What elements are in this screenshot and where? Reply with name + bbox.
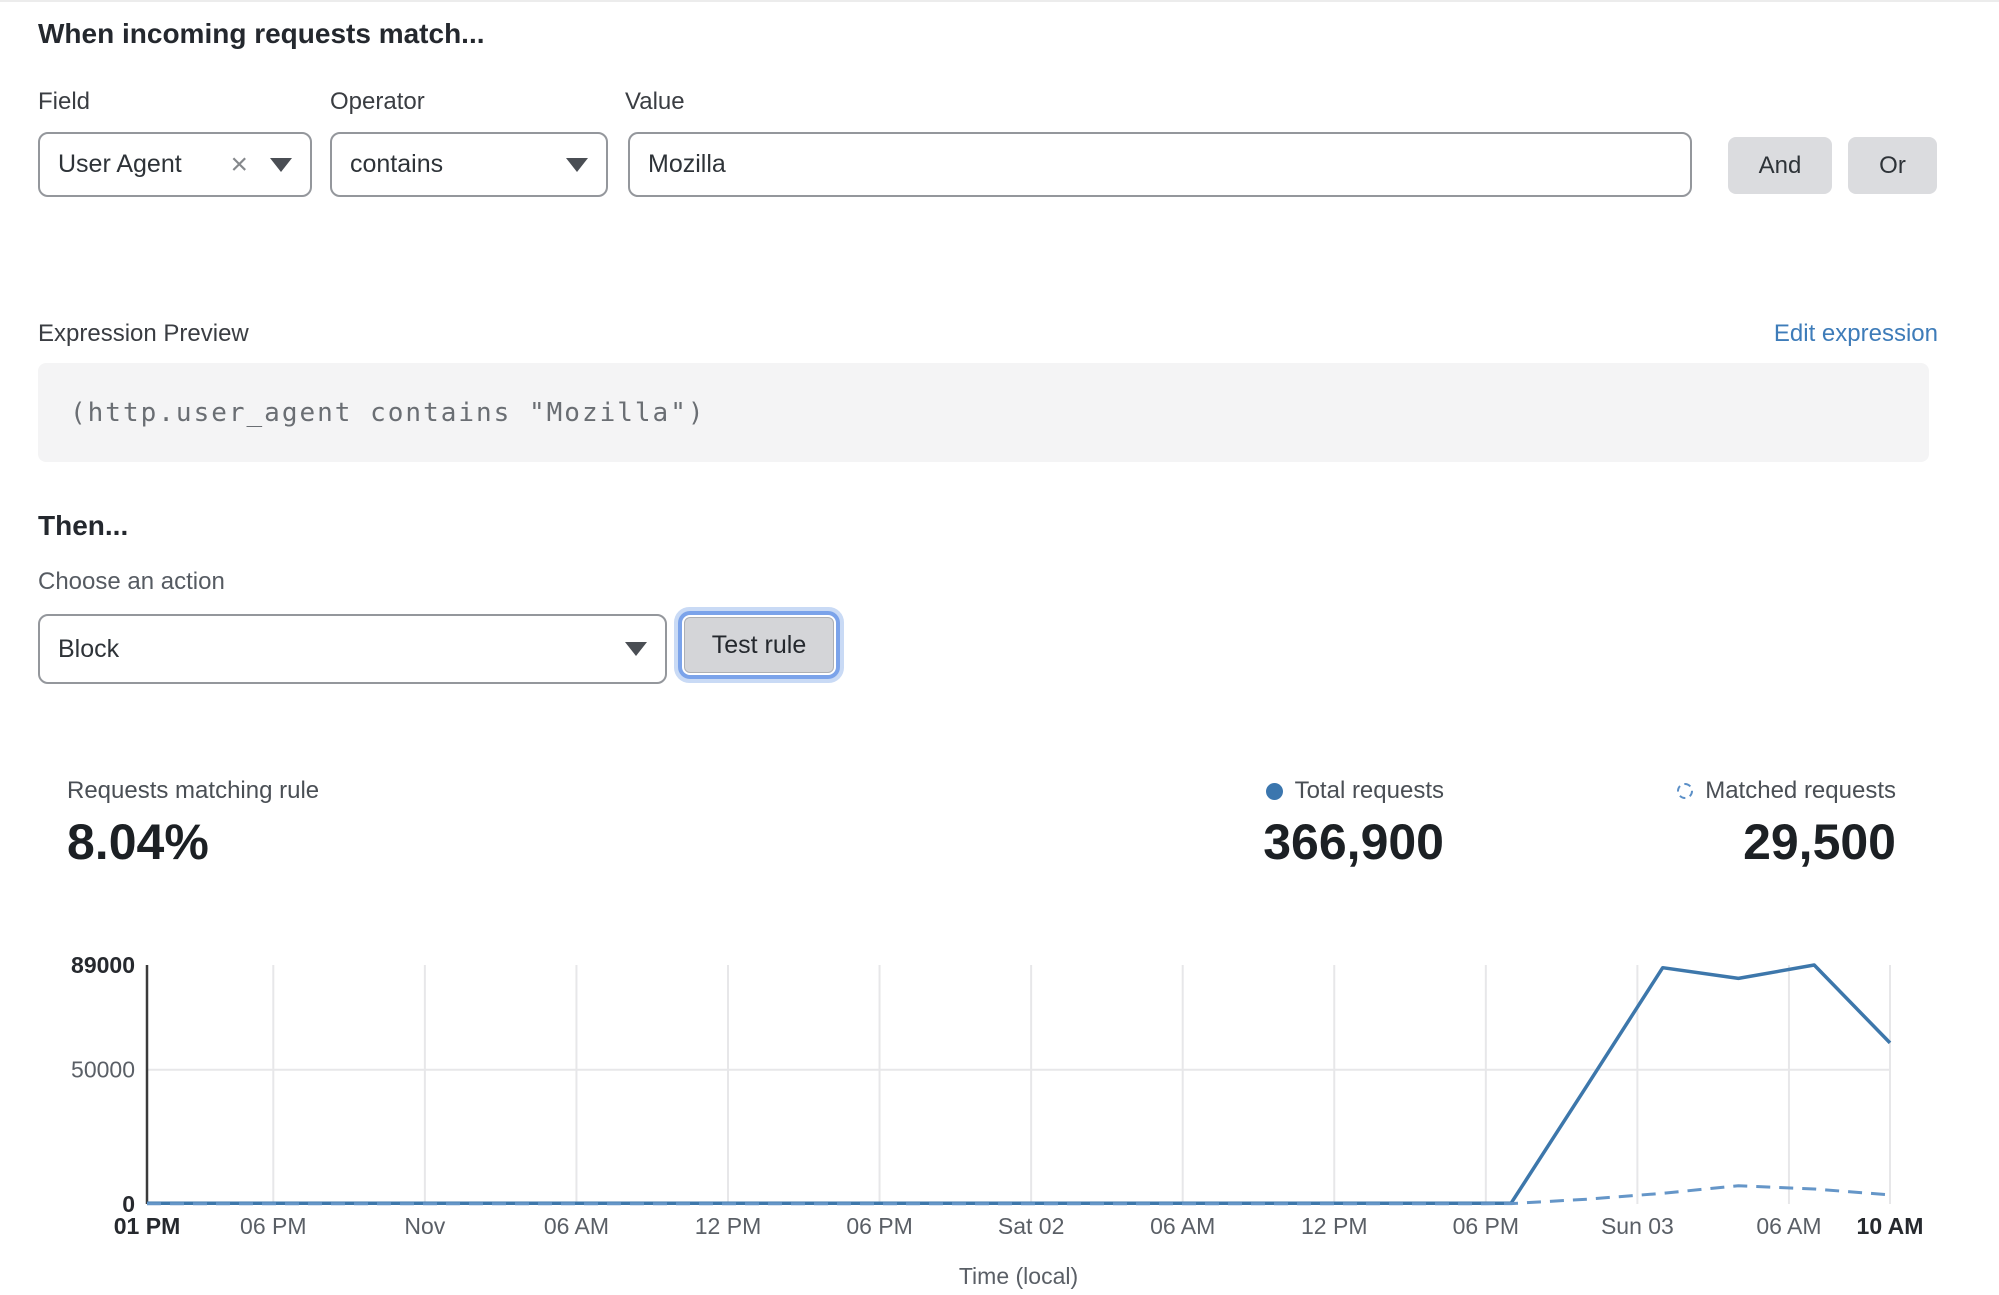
- stat-matched-requests-value: 29,500: [1677, 813, 1896, 871]
- stat-matching-rule: Requests matching rule 8.04%: [67, 777, 319, 871]
- svg-text:01 PM: 01 PM: [114, 1213, 180, 1239]
- total-requests-legend-icon: [1266, 783, 1283, 800]
- svg-text:Sat 02: Sat 02: [998, 1213, 1065, 1239]
- expression-preview-label: Expression Preview: [38, 320, 249, 348]
- chevron-down-icon[interactable]: [625, 642, 647, 656]
- svg-text:Time (local): Time (local): [959, 1263, 1078, 1289]
- svg-text:06 AM: 06 AM: [544, 1213, 609, 1239]
- svg-text:06 AM: 06 AM: [1150, 1213, 1215, 1239]
- matched-requests-legend-icon: [1677, 783, 1693, 799]
- svg-text:89000: 89000: [71, 952, 135, 978]
- svg-text:50000: 50000: [71, 1057, 135, 1083]
- or-button[interactable]: Or: [1848, 137, 1937, 194]
- test-rule-button[interactable]: Test rule: [684, 617, 834, 673]
- operator-select-value: contains: [350, 150, 552, 179]
- value-input[interactable]: Mozilla: [628, 132, 1692, 197]
- field-label: Field: [38, 88, 90, 116]
- stat-matching-rule-label: Requests matching rule: [67, 777, 319, 805]
- expression-code-box: (http.user_agent contains "Mozilla"): [38, 363, 1929, 462]
- stat-matched-requests-label: Matched requests: [1705, 777, 1896, 805]
- svg-text:10 AM: 10 AM: [1857, 1213, 1924, 1239]
- stat-total-requests-label: Total requests: [1295, 777, 1444, 805]
- field-select[interactable]: User Agent ×: [38, 132, 312, 197]
- operator-label: Operator: [330, 88, 425, 116]
- value-label: Value: [625, 88, 685, 116]
- stat-matching-rule-value: 8.04%: [67, 813, 319, 871]
- svg-text:Sun 03: Sun 03: [1601, 1213, 1674, 1239]
- requests-line-chart: 0500008900001 PM06 PMNov06 AM12 PM06 PMS…: [0, 932, 1999, 1295]
- value-input-text: Mozilla: [648, 150, 726, 179]
- svg-text:06 AM: 06 AM: [1756, 1213, 1821, 1239]
- field-select-value: User Agent: [58, 150, 230, 179]
- edit-expression-link[interactable]: Edit expression: [1774, 320, 1938, 348]
- choose-action-label: Choose an action: [38, 568, 225, 596]
- action-select-value: Block: [58, 635, 611, 664]
- then-title: Then...: [38, 510, 128, 542]
- svg-text:06 PM: 06 PM: [1453, 1213, 1519, 1239]
- svg-text:Nov: Nov: [404, 1213, 445, 1239]
- stat-total-requests-value: 366,900: [1263, 813, 1444, 871]
- svg-text:12 PM: 12 PM: [695, 1213, 761, 1239]
- chevron-down-icon[interactable]: [270, 158, 292, 172]
- action-select[interactable]: Block: [38, 614, 667, 684]
- stat-matched-requests: Matched requests 29,500: [1677, 777, 1896, 871]
- and-button[interactable]: And: [1728, 137, 1832, 194]
- operator-select[interactable]: contains: [330, 132, 608, 197]
- page-title: When incoming requests match...: [38, 18, 485, 50]
- clear-field-icon[interactable]: ×: [230, 150, 248, 180]
- chevron-down-icon[interactable]: [566, 158, 588, 172]
- firewall-rule-builder-page: When incoming requests match... Field Op…: [0, 0, 1999, 1295]
- svg-text:06 PM: 06 PM: [240, 1213, 306, 1239]
- svg-text:06 PM: 06 PM: [846, 1213, 912, 1239]
- stat-total-requests: Total requests 366,900: [1263, 777, 1444, 871]
- expression-code: (http.user_agent contains "Mozilla"): [38, 398, 706, 428]
- svg-text:12 PM: 12 PM: [1301, 1213, 1367, 1239]
